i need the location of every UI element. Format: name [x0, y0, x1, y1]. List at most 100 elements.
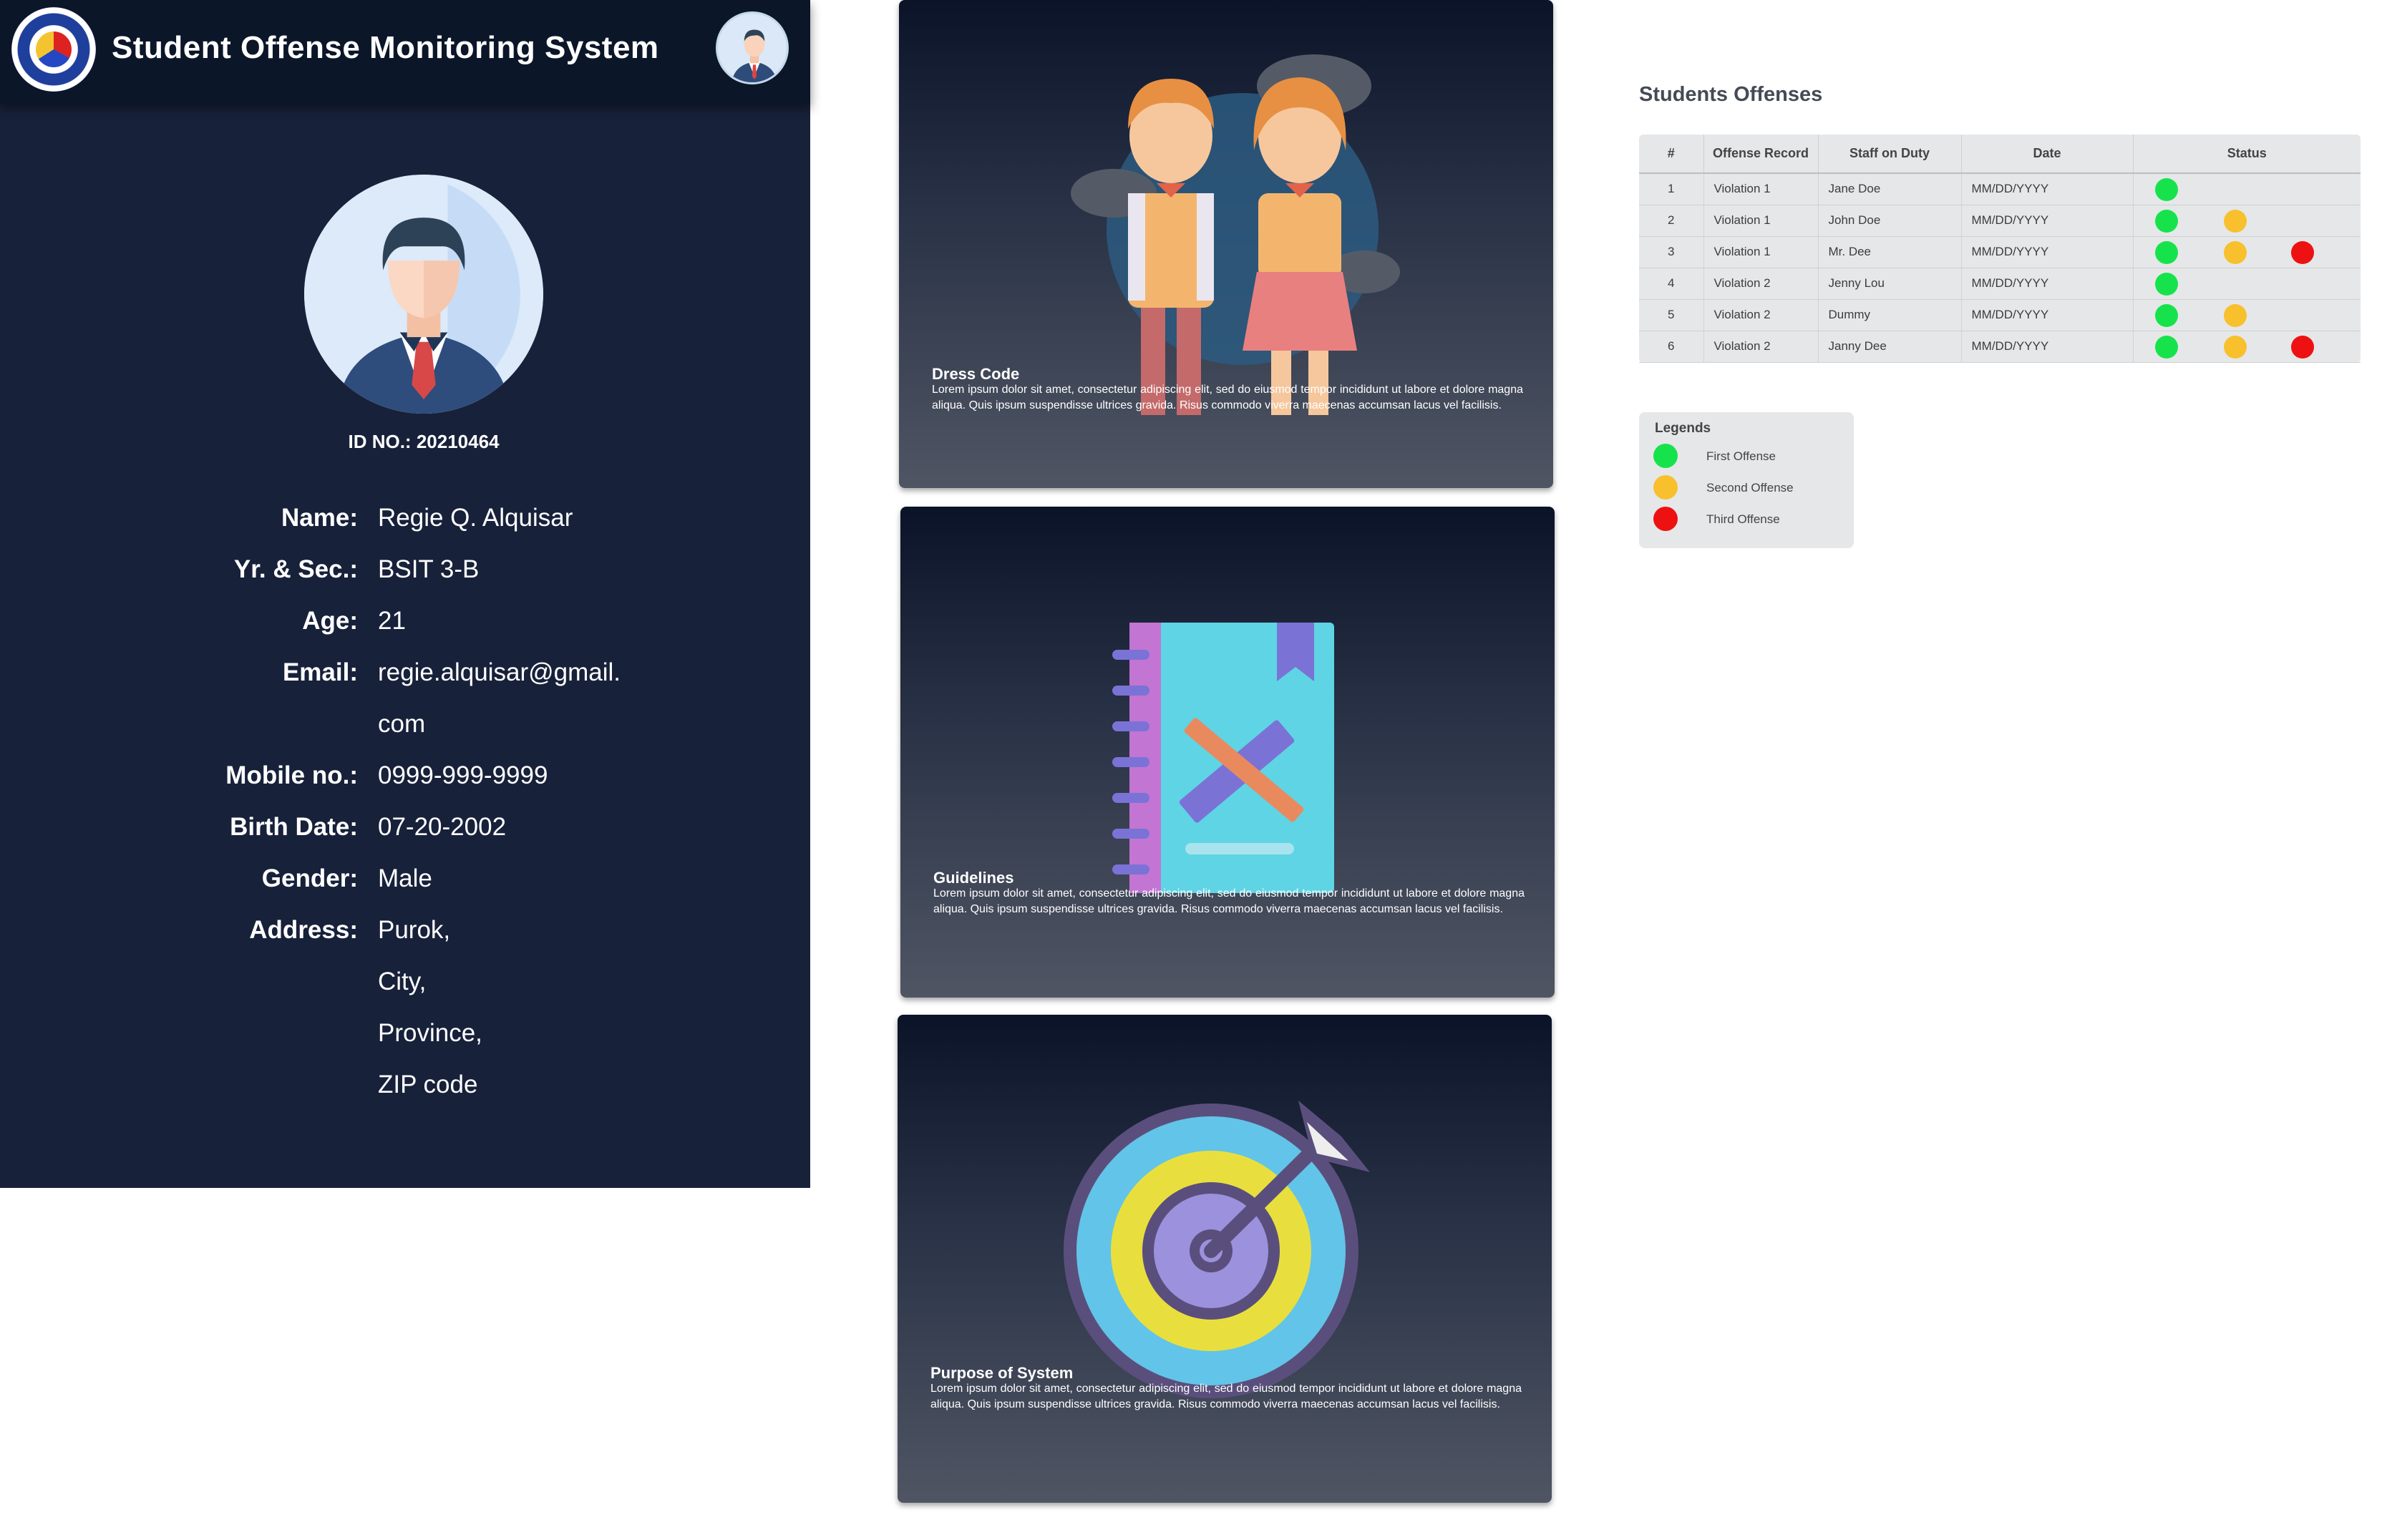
card-description: Lorem ipsum dolor sit amet, consectetur …	[933, 887, 1525, 915]
age-value: 21	[378, 607, 406, 635]
offense-record: Violation 2	[1703, 268, 1819, 300]
legend-label: Second Offense	[1706, 481, 1794, 494]
birthdate-label: Birth Date:	[230, 813, 358, 841]
purpose-card[interactable]: Purpose of System Lorem ipsum dolor sit …	[898, 1015, 1552, 1503]
dress-code-card[interactable]: Dress Code Lorem ipsum dolor sit amet, c…	[899, 0, 1553, 488]
first-offense-dot	[2154, 178, 2178, 201]
info-row-email-cont: com	[0, 710, 810, 761]
green-dot-icon	[1653, 444, 1678, 468]
offense-date: MM/DD/YYYY	[1961, 236, 2134, 268]
table-row[interactable]: 4 Violation 2 Jenny Lou MM/DD/YYYY	[1639, 268, 2361, 300]
name-value: Regie Q. Alquisar	[378, 504, 573, 532]
school-logo-icon	[11, 7, 96, 92]
address-line-1: Purok,	[378, 916, 451, 944]
table-row[interactable]: 5 Violation 2 Dummy MM/DD/YYYY	[1639, 299, 2361, 331]
guidelines-card[interactable]: Guidelines Lorem ipsum dolor sit amet, c…	[900, 507, 1555, 998]
yellow-dot-icon	[1653, 475, 1678, 499]
row-number: 1	[1639, 173, 1704, 205]
row-number: 5	[1639, 299, 1704, 331]
mobile-label: Mobile no.:	[225, 761, 358, 789]
gender-value: Male	[378, 864, 432, 892]
status-cell	[2133, 299, 2361, 331]
first-offense-dot	[2154, 209, 2178, 233]
legend-item-first: First Offense	[1653, 444, 1847, 468]
staff-on-duty: Jane Doe	[1818, 173, 1962, 205]
birthdate-value: 07-20-2002	[378, 813, 507, 841]
name-label: Name:	[281, 504, 358, 532]
mobile-value: 0999-999-9999	[378, 761, 548, 789]
info-row-age: Age: 21	[0, 607, 810, 658]
section-value: BSIT 3-B	[378, 555, 480, 583]
col-date[interactable]: Date	[1961, 135, 2134, 174]
app-header: Student Offense Monitoring System	[0, 0, 810, 104]
status-cell	[2133, 205, 2361, 237]
legend-item-second: Second Offense	[1653, 475, 1847, 499]
status-cell	[2133, 331, 2361, 363]
card-title: Dress Code	[932, 365, 1020, 383]
offenses-title: Students Offenses	[1639, 83, 1823, 106]
status-cell	[2133, 173, 2361, 205]
second-offense-dot	[2223, 240, 2247, 264]
second-offense-dot	[2223, 335, 2247, 359]
col-offense-record[interactable]: Offense Record	[1703, 135, 1819, 174]
staff-on-duty: Janny Dee	[1818, 331, 1962, 363]
legend-title: Legends	[1655, 421, 1711, 436]
info-row-email: Email: regie.alquisar@gmail.	[0, 658, 810, 710]
staff-on-duty: Dummy	[1818, 299, 1962, 331]
card-title: Guidelines	[933, 869, 1014, 887]
status-cell	[2133, 236, 2361, 268]
row-number: 6	[1639, 331, 1704, 363]
info-row-address-3: Province,	[0, 1019, 810, 1071]
offense-date: MM/DD/YYYY	[1961, 205, 2134, 237]
card-description: Lorem ipsum dolor sit amet, consectetur …	[930, 1383, 1522, 1410]
email-value-cont: com	[378, 710, 426, 738]
offense-date: MM/DD/YYYY	[1961, 331, 2134, 363]
offense-date: MM/DD/YYYY	[1961, 173, 2134, 205]
user-avatar-icon[interactable]	[716, 11, 789, 84]
legend-label: First Offense	[1706, 449, 1776, 463]
col-status[interactable]: Status	[2133, 135, 2361, 174]
third-offense-dot	[2290, 240, 2314, 264]
profile-panel: ID NO.: 20210464 Name: Regie Q. Alquisar…	[0, 104, 810, 1188]
offense-date: MM/DD/YYYY	[1961, 299, 2134, 331]
address-line-2: City,	[378, 968, 427, 995]
info-row-address-4: ZIP code	[0, 1071, 810, 1122]
row-number: 3	[1639, 236, 1704, 268]
row-number: 4	[1639, 268, 1704, 300]
col-staff[interactable]: Staff on Duty	[1818, 135, 1962, 174]
offense-record: Violation 1	[1703, 173, 1819, 205]
email-value: regie.alquisar@gmail.	[378, 658, 621, 686]
offense-record: Violation 1	[1703, 236, 1819, 268]
offense-record: Violation 1	[1703, 205, 1819, 237]
card-title: Purpose of System	[930, 1364, 1074, 1382]
profile-avatar-icon	[304, 175, 543, 414]
student-id: ID NO.: 20210464	[348, 431, 500, 452]
table-row[interactable]: 3 Violation 1 Mr. Dee MM/DD/YYYY	[1639, 236, 2361, 268]
app-title: Student Offense Monitoring System	[112, 30, 659, 65]
email-label: Email:	[282, 658, 358, 686]
notebook-icon	[1108, 614, 1344, 904]
legend-label: Third Offense	[1706, 512, 1780, 526]
table-row[interactable]: 6 Violation 2 Janny Dee MM/DD/YYYY	[1639, 331, 2361, 363]
info-row-birthdate: Birth Date: 07-20-2002	[0, 813, 810, 864]
table-row[interactable]: 1 Violation 1 Jane Doe MM/DD/YYYY	[1639, 173, 2361, 205]
table-row[interactable]: 2 Violation 1 John Doe MM/DD/YYYY	[1639, 205, 2361, 237]
red-dot-icon	[1653, 507, 1678, 531]
second-offense-dot	[2223, 303, 2247, 327]
section-label: Yr. & Sec.:	[233, 555, 358, 583]
address-label: Address:	[249, 916, 358, 944]
first-offense-dot	[2154, 272, 2178, 296]
table-header-row: # Offense Record Staff on Duty Date Stat…	[1639, 135, 2361, 174]
staff-on-duty: Mr. Dee	[1818, 236, 1962, 268]
address-line-3: Province,	[378, 1019, 482, 1047]
info-row-gender: Gender: Male	[0, 864, 810, 916]
offense-date: MM/DD/YYYY	[1961, 268, 2134, 300]
age-label: Age:	[302, 607, 358, 635]
info-row-address: Address: Purok,	[0, 916, 810, 968]
students-icon	[1056, 43, 1414, 422]
status-cell	[2133, 268, 2361, 300]
col-number[interactable]: #	[1639, 135, 1704, 174]
staff-on-duty: John Doe	[1818, 205, 1962, 237]
info-row-address-2: City,	[0, 968, 810, 1019]
first-offense-dot	[2154, 335, 2178, 359]
